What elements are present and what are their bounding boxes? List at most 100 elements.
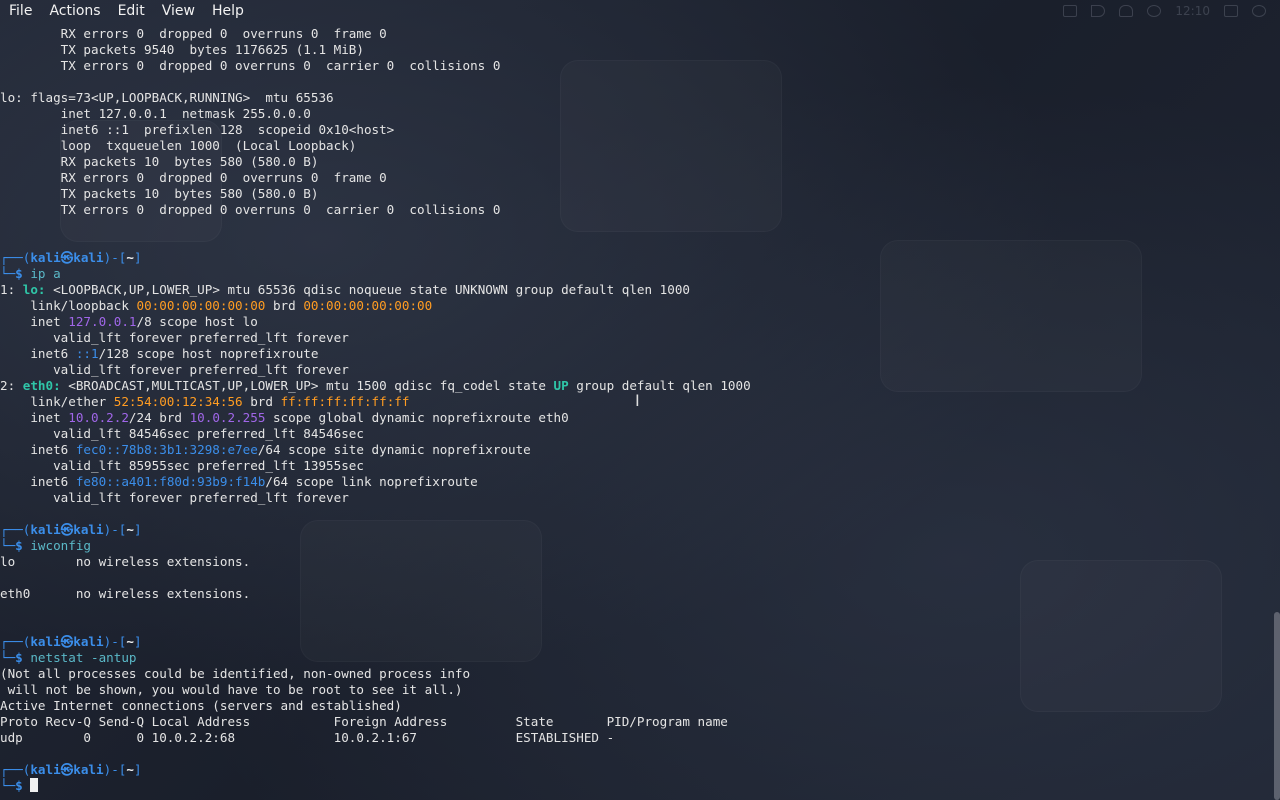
terminal-line: ┌──(kali㉿kali)-[~] xyxy=(0,250,1270,266)
terminal-text: 10.0.2.255 xyxy=(189,410,266,425)
menu-actions[interactable]: Actions xyxy=(40,0,108,22)
terminal-line: RX packets 10 bytes 580 (580.0 B) xyxy=(0,154,1270,170)
terminal-text: ] xyxy=(133,522,142,537)
terminal-text: ~ xyxy=(126,522,134,537)
system-tray: 12:10 xyxy=(1063,0,1266,22)
terminal-line: inet6 ::1 prefixlen 128 scopeid 0x10<hos… xyxy=(0,122,1270,138)
terminal-text: ┌──( xyxy=(0,634,31,649)
terminal-text: └─ xyxy=(0,650,16,665)
terminal-text: /8 scope host lo xyxy=(136,314,258,329)
terminal-text: /64 scope site dynamic noprefixroute xyxy=(257,442,531,457)
terminal-text: )-[ xyxy=(103,762,127,777)
terminal-text: valid_lft forever preferred_lft forever xyxy=(0,330,349,345)
terminal-text: inet6 xyxy=(0,346,76,361)
terminal-text: valid_lft forever preferred_lft forever xyxy=(0,490,349,505)
terminal-line: ┌──(kali㉿kali)-[~] xyxy=(0,522,1270,538)
terminal-line: inet 127.0.0.1/8 scope host lo xyxy=(0,314,1270,330)
terminal-text: 10.0.2.2 xyxy=(68,410,129,425)
terminal-line: eth0 no wireless extensions. xyxy=(0,586,1270,602)
menu-edit[interactable]: Edit xyxy=(109,0,153,22)
menu-help[interactable]: Help xyxy=(203,0,252,22)
terminal-text: fec0::78b8:3b1:3298:e7ee xyxy=(75,442,258,457)
terminal-text: (Not all processes could be identified, … xyxy=(0,666,471,681)
terminal-text: )-[ xyxy=(103,250,127,265)
terminal-menubar: File Actions Edit View Help 12:10 xyxy=(0,0,1280,22)
terminal-line: Active Internet connections (servers and… xyxy=(0,698,1270,714)
terminal-text: netstat -antup xyxy=(30,650,137,665)
menu-file[interactable]: File xyxy=(0,0,40,22)
terminal-text: ip a xyxy=(30,266,61,281)
terminal-text: brd xyxy=(242,394,281,409)
terminal-text: Proto Recv-Q Send-Q Local Address Foreig… xyxy=(0,714,728,729)
display-icon[interactable] xyxy=(1063,5,1078,17)
terminal-text: /64 scope link noprefixroute xyxy=(265,474,478,489)
terminal-text: 2: xyxy=(0,378,23,393)
terminal-text: ┌──( xyxy=(0,250,31,265)
terminal-text: )-[ xyxy=(103,634,127,649)
terminal-text: $ xyxy=(15,266,31,281)
terminal-line: └─ $ xyxy=(0,778,1270,794)
notification-bell-icon[interactable] xyxy=(1119,5,1134,17)
terminal-line: valid_lft forever preferred_lft forever xyxy=(0,330,1270,346)
terminal-text: RX packets 10 bytes 580 (580.0 B) xyxy=(0,154,319,169)
lock-icon[interactable] xyxy=(1224,5,1238,17)
terminal-text: inet xyxy=(0,410,69,425)
terminal-line: └─ $ iwconfig xyxy=(0,538,1270,554)
terminal-line: lo no wireless extensions. xyxy=(0,554,1270,570)
terminal-text: /24 brd xyxy=(128,410,190,425)
terminal-text: ~ xyxy=(126,250,134,265)
terminal-output[interactable]: RX errors 0 dropped 0 overruns 0 frame 0… xyxy=(0,26,1270,800)
terminal-text: 1: xyxy=(0,282,23,297)
terminal-text: └─ xyxy=(0,266,16,281)
terminal-line: TX packets 10 bytes 580 (580.0 B) xyxy=(0,186,1270,202)
terminal-scrollbar[interactable] xyxy=(1274,612,1280,800)
terminal-text: valid_lft 84546sec preferred_lft 84546se… xyxy=(0,426,364,441)
terminal-text: lo: flags=73<UP,LOOPBACK,RUNNING> mtu 65… xyxy=(0,90,334,105)
terminal-line: link/loopback 00:00:00:00:00:00 brd 00:0… xyxy=(0,298,1270,314)
text-cursor-ibeam-icon: Ⅰ xyxy=(635,391,640,410)
terminal-text: RX errors 0 dropped 0 overruns 0 frame 0 xyxy=(0,170,387,185)
terminal-line: lo: flags=73<UP,LOOPBACK,RUNNING> mtu 65… xyxy=(0,90,1270,106)
terminal-line: TX errors 0 dropped 0 overruns 0 carrier… xyxy=(0,58,1270,74)
update-icon[interactable] xyxy=(1147,5,1162,17)
terminal-text: )-[ xyxy=(103,522,127,537)
terminal-text: 127.0.0.1 xyxy=(68,314,137,329)
terminal-text: eth0: xyxy=(22,378,69,393)
terminal-line: valid_lft forever preferred_lft forever xyxy=(0,490,1270,506)
terminal-text: valid_lft forever preferred_lft forever xyxy=(0,362,349,377)
terminal-text: inet6 xyxy=(0,442,76,457)
terminal-text: inet xyxy=(0,314,69,329)
terminal-text: ff:ff:ff:ff:ff:ff xyxy=(280,394,410,409)
terminal-line: └─ $ netstat -antup xyxy=(0,650,1270,666)
terminal-text: ┌──( xyxy=(0,522,31,537)
terminal-line: inet 127.0.0.1 netmask 255.0.0.0 xyxy=(0,106,1270,122)
terminal-text: eth0 no wireless extensions. xyxy=(0,586,251,601)
menu-view[interactable]: View xyxy=(153,0,203,22)
terminal-line: └─ $ ip a xyxy=(0,266,1270,282)
power-icon[interactable] xyxy=(1252,5,1266,17)
terminal-text: TX packets 9540 bytes 1176625 (1.1 MiB) xyxy=(0,42,364,57)
terminal-block-cursor xyxy=(30,778,39,792)
terminal-text: Active Internet connections (servers and… xyxy=(0,698,402,713)
terminal-line: valid_lft 84546sec preferred_lft 84546se… xyxy=(0,426,1270,442)
terminal-text: ::1 xyxy=(75,346,99,361)
terminal-text: ] xyxy=(133,762,142,777)
terminal-line: valid_lft forever preferred_lft forever xyxy=(0,362,1270,378)
clock[interactable]: 12:10 xyxy=(1175,4,1210,18)
terminal-text: <BROADCAST,MULTICAST,UP,LOWER_UP> mtu 15… xyxy=(68,378,554,393)
terminal-text: └─ xyxy=(0,538,16,553)
terminal-text: group default qlen 1000 xyxy=(568,378,751,393)
volume-icon[interactable] xyxy=(1091,5,1106,17)
terminal-text: ] xyxy=(133,634,142,649)
terminal-text: loop txqueuelen 1000 (Local Loopback) xyxy=(0,138,357,153)
terminal-text: link/ether xyxy=(0,394,114,409)
terminal-text: lo no wireless extensions. xyxy=(0,554,251,569)
terminal-line: loop txqueuelen 1000 (Local Loopback) xyxy=(0,138,1270,154)
